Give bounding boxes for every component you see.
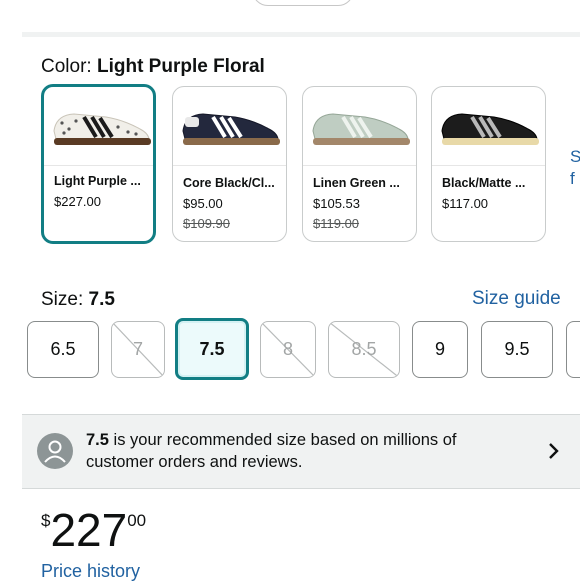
peek-text-line: S	[570, 147, 580, 166]
user-avatar-icon	[37, 433, 73, 469]
top-pill-button[interactable]	[252, 0, 354, 6]
see-more-colors-link[interactable]: S f	[570, 146, 580, 190]
shoe-image	[303, 87, 416, 166]
size-option-label: 8	[282, 339, 293, 359]
price-fraction: 00	[127, 511, 147, 530]
size-option-label: 7	[132, 339, 143, 359]
size-value: 7.5	[88, 289, 115, 310]
peek-text-line: f	[570, 169, 575, 188]
size-option-next-partial[interactable]	[566, 321, 580, 378]
size-option-6-5[interactable]: 6.5	[27, 321, 99, 378]
swatch-name: Light Purple ...	[54, 174, 141, 188]
shoe-image	[44, 87, 153, 166]
color-label: Color: Light Purple Floral	[41, 56, 265, 78]
color-swatch-black-matte[interactable]: Black/Matte ... $117.00	[431, 86, 546, 242]
size-option-9-5[interactable]: 9.5	[481, 321, 553, 378]
size-option-8-unavailable[interactable]: 8	[260, 321, 316, 378]
swatch-name: Core Black/Cl...	[183, 176, 275, 190]
size-option-label: 8.5	[351, 339, 377, 359]
swatch-price: $117.00	[442, 196, 489, 211]
shoe-image	[432, 87, 545, 166]
price-history-link[interactable]: Price history	[41, 561, 140, 582]
size-option-7-5-selected[interactable]: 7.5	[175, 318, 249, 380]
section-divider	[22, 32, 580, 37]
size-option-8-5-unavailable[interactable]: 8.5	[328, 321, 400, 378]
swatch-price: $95.00	[183, 196, 223, 211]
size-option-label: 9.5	[504, 339, 530, 359]
size-label-prefix: Size:	[41, 289, 84, 310]
swatch-name: Black/Matte ...	[442, 176, 526, 190]
recommendation-text: 7.5 is your recommended size based on mi…	[86, 429, 516, 473]
color-value: Light Purple Floral	[96, 56, 265, 77]
color-label-prefix: Color:	[41, 56, 92, 77]
swatch-price: $227.00	[54, 194, 101, 209]
recommendation-message: is your recommended size based on millio…	[86, 431, 457, 471]
product-price: $22700	[41, 507, 146, 553]
size-label: Size: 7.5	[41, 289, 115, 311]
swatch-was-price: $119.00	[313, 216, 360, 231]
shoe-image	[173, 87, 286, 166]
price-whole: 227	[50, 504, 128, 556]
size-guide-link[interactable]: Size guide	[472, 288, 561, 310]
swatch-price: $105.53	[313, 196, 360, 211]
swatch-was-price: $109.90	[183, 216, 230, 231]
size-option-9[interactable]: 9	[412, 321, 468, 378]
price-symbol: $	[41, 511, 51, 530]
swatch-name: Linen Green ...	[313, 176, 400, 190]
size-option-label: 6.5	[50, 339, 76, 359]
recommended-size: 7.5	[86, 431, 109, 449]
size-option-7-unavailable[interactable]: 7	[111, 321, 165, 378]
size-option-label: 7.5	[199, 338, 225, 359]
size-option-label: 9	[434, 339, 445, 359]
size-recommendation-banner[interactable]: 7.5 is your recommended size based on mi…	[22, 414, 580, 489]
color-swatch-light-purple[interactable]: Light Purple ... $227.00	[41, 84, 156, 244]
color-swatch-linen-green[interactable]: Linen Green ... $105.53 $119.00	[302, 86, 417, 242]
color-swatch-core-black[interactable]: Core Black/Cl... $95.00 $109.90	[172, 86, 287, 242]
chevron-right-icon	[549, 443, 559, 459]
